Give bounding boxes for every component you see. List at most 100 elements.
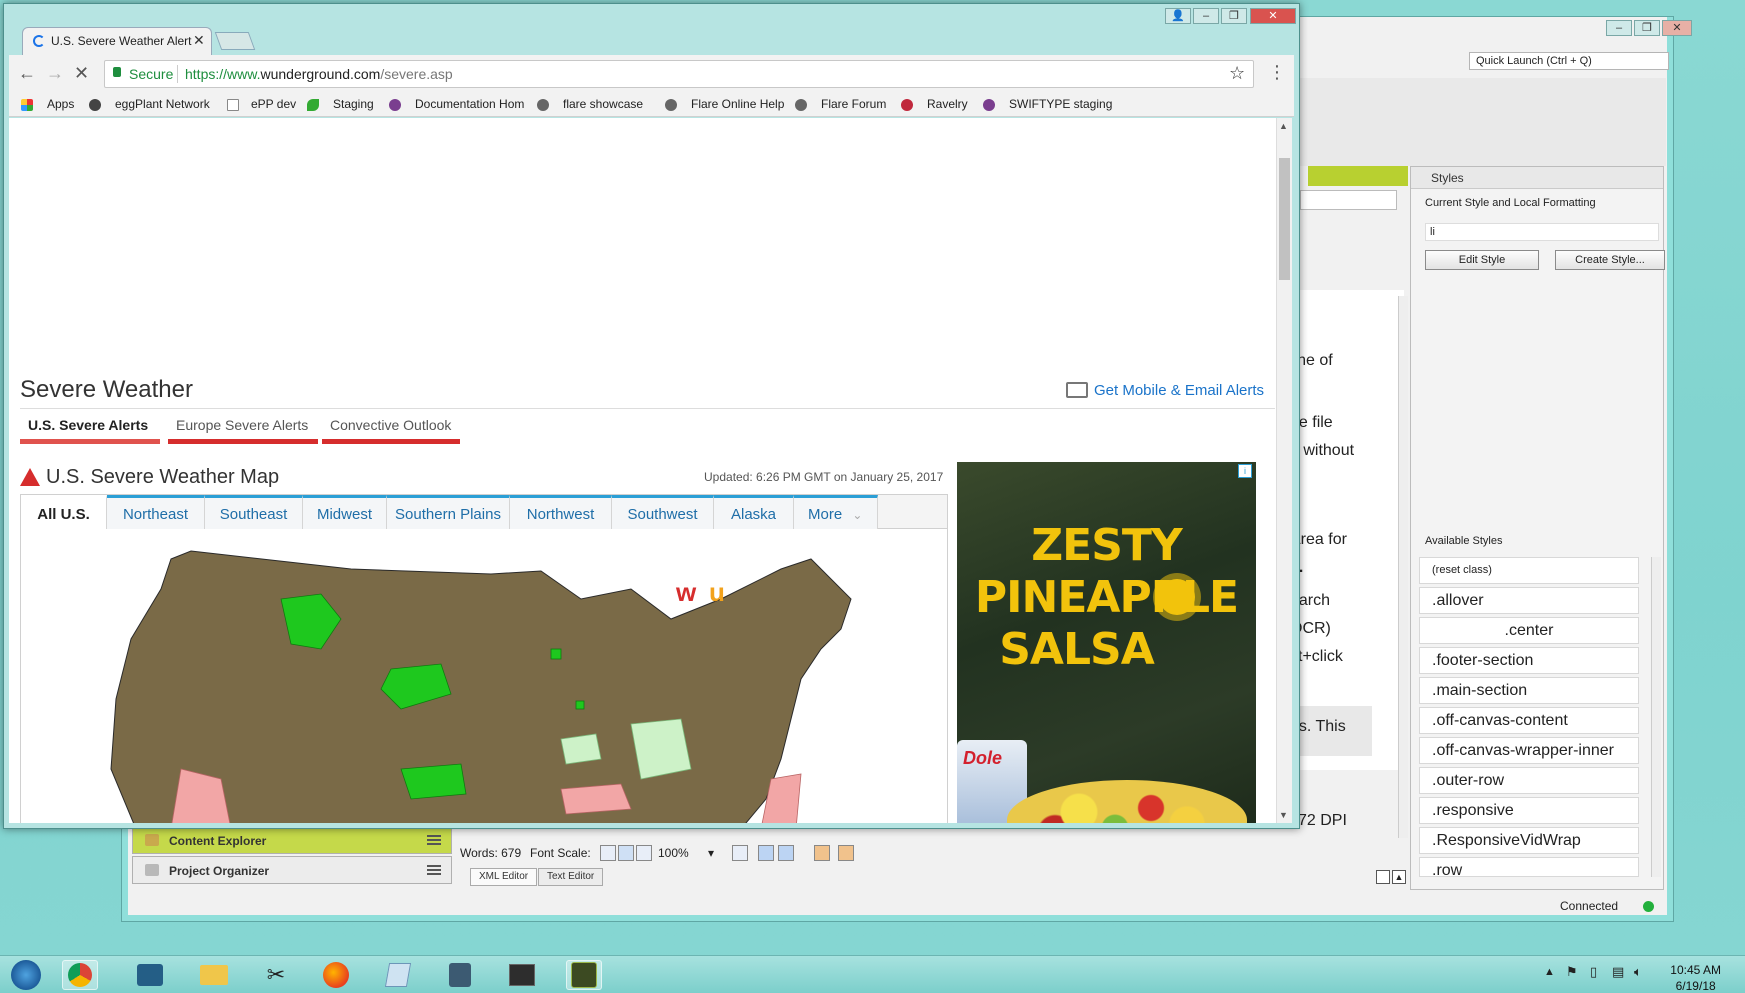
tab-us-severe-alerts[interactable]: U.S. Severe Alerts [20, 414, 160, 444]
bookmark-flare-showcase[interactable]: flare showcase [563, 97, 643, 111]
scroll-down-arrow-icon[interactable]: ▼ [1279, 810, 1288, 820]
create-style-button[interactable]: Create Style... [1555, 250, 1665, 270]
page-scrollbar-thumb[interactable] [1279, 158, 1290, 280]
network-icon[interactable]: ▤ [1612, 964, 1624, 980]
style-item[interactable]: .responsive [1419, 797, 1639, 824]
split-view-icon[interactable] [1376, 870, 1390, 884]
system-clock[interactable]: 10:45 AM 6/19/18 [1670, 962, 1721, 993]
bookmark-swiftype-staging[interactable]: SWIFTYPE staging [1009, 97, 1112, 111]
taskbar-app[interactable] [132, 960, 168, 990]
region-tabs: All U.S. Northeast Southeast Midwest Sou… [20, 494, 948, 529]
region-tab-more[interactable]: More ⌄ [794, 495, 878, 529]
region-tab-northwest[interactable]: Northwest [510, 495, 612, 529]
stop-icon[interactable]: ✕ [74, 63, 89, 84]
chrome-close-button[interactable]: ✕ [1250, 8, 1296, 24]
bookmark-ravelry[interactable]: Ravelry [927, 97, 968, 111]
style-item[interactable]: .footer-section [1419, 647, 1639, 674]
taskbar-firefox[interactable] [318, 960, 354, 990]
zoom-reset-button[interactable] [618, 845, 634, 861]
close-tab-icon[interactable]: ✕ [193, 32, 205, 49]
editor-scrollbar[interactable] [1398, 296, 1408, 838]
zoom-in-button[interactable] [636, 845, 652, 861]
zoom-level[interactable]: 100% [658, 846, 689, 860]
severe-weather-map[interactable]: w u [20, 529, 948, 823]
mobile-email-alerts-link[interactable]: Get Mobile & Email Alerts [1094, 382, 1264, 399]
bookmark-flare-online-help[interactable]: Flare Online Help [691, 97, 784, 111]
device-icon[interactable]: ▯ [1590, 964, 1597, 980]
bookmark-epp-dev[interactable]: ePP dev [251, 97, 296, 111]
style-item[interactable]: .ResponsiveVidWrap [1419, 827, 1639, 854]
layout-button[interactable] [758, 845, 774, 861]
menu-icon[interactable] [427, 865, 441, 875]
region-tab-southern-plains[interactable]: Southern Plains [387, 495, 510, 529]
flare-restore-button[interactable]: ❐ [1634, 20, 1660, 36]
tab-europe-severe-alerts[interactable]: Europe Severe Alerts [168, 414, 318, 444]
available-styles-label: Available Styles [1425, 535, 1503, 547]
style-item[interactable]: .center [1419, 617, 1639, 644]
region-tab-all-us[interactable]: All U.S. [21, 495, 107, 529]
edit-style-button[interactable]: Edit Style [1425, 250, 1539, 270]
address-bar[interactable]: Secure https://www.wunderground.com/seve… [104, 60, 1254, 88]
taskbar-notepad[interactable] [380, 960, 416, 990]
region-tab-alaska[interactable]: Alaska [714, 495, 794, 529]
style-item[interactable]: .off-canvas-wrapper-inner [1419, 737, 1639, 764]
bookmark-star-icon[interactable]: ☆ [1229, 63, 1245, 84]
tab-convective-outlook[interactable]: Convective Outlook [322, 414, 460, 444]
taskbar-security[interactable] [442, 960, 478, 990]
chrome-restore-button[interactable]: ❐ [1221, 8, 1247, 24]
chrome-user-button[interactable]: 👤 [1165, 8, 1191, 24]
new-tab-button[interactable] [214, 32, 256, 50]
style-item[interactable]: (reset class) [1419, 557, 1639, 584]
bookmark-documentation[interactable]: Documentation Hom [415, 97, 530, 111]
style-item[interactable]: .main-section [1419, 677, 1639, 704]
plugin-icon [983, 99, 995, 111]
bookmark-staging[interactable]: Staging [333, 97, 374, 111]
style-item[interactable]: .off-canvas-content [1419, 707, 1639, 734]
taskbar-terminal[interactable] [504, 960, 540, 990]
project-organizer-panel[interactable]: Project Organizer [132, 856, 452, 884]
back-arrow-icon[interactable]: ← [18, 63, 36, 84]
chrome-menu-icon[interactable]: ⋮ [1268, 62, 1286, 83]
quick-launch-input[interactable]: Quick Launch (Ctrl + Q) [1469, 52, 1669, 70]
region-tab-midwest[interactable]: Midwest [303, 495, 387, 529]
current-style-field[interactable]: li [1425, 223, 1659, 241]
style-item[interactable]: .outer-row [1419, 767, 1639, 794]
expand-icon[interactable]: ▲ [1392, 870, 1406, 884]
region-tab-southwest[interactable]: Southwest [612, 495, 714, 529]
chrome-minimize-button[interactable]: – [1193, 8, 1219, 24]
speaker-icon[interactable]: 🔈︎ [1634, 964, 1642, 980]
tab-xml-editor[interactable]: XML Editor [470, 868, 538, 886]
browser-tab-active[interactable]: U.S. Severe Weather Alert [22, 27, 212, 55]
ruler-button[interactable] [814, 845, 830, 861]
scroll-up-arrow-icon[interactable]: ▲ [1279, 121, 1288, 131]
flag-icon[interactable]: ⚑ [1566, 964, 1578, 980]
content-explorer-panel[interactable]: Content Explorer [132, 826, 452, 854]
tab-text-editor[interactable]: Text Editor [538, 868, 604, 886]
advertisement[interactable]: i ZESTY PINEAPPLE SALSA Dole [957, 462, 1256, 823]
ruler-button[interactable] [838, 845, 854, 861]
view-toggle-button[interactable] [732, 845, 748, 861]
bookmark-apps[interactable]: Apps [47, 97, 74, 111]
taskbar-chrome[interactable] [62, 960, 98, 990]
taskbar-explorer[interactable] [196, 960, 232, 990]
flare-close-button[interactable]: ✕ [1662, 20, 1692, 36]
flare-minimize-button[interactable]: – [1606, 20, 1632, 36]
taskbar-flare[interactable] [566, 960, 602, 990]
layout-button[interactable] [778, 845, 794, 861]
taskbar-snipping-tool[interactable]: ✂ [258, 960, 294, 990]
style-item[interactable]: .row [1419, 857, 1639, 877]
styles-list-scrollbar[interactable] [1651, 557, 1661, 877]
region-tab-northeast[interactable]: Northeast [107, 495, 205, 529]
content-panel-input[interactable] [1300, 190, 1397, 210]
show-hidden-icons[interactable]: ▲ [1544, 966, 1555, 978]
bookmark-eggplant-network[interactable]: eggPlant Network [115, 97, 210, 111]
ad-info-icon[interactable]: i [1238, 464, 1252, 478]
style-item[interactable]: .allover [1419, 587, 1639, 614]
start-button[interactable] [6, 960, 46, 990]
menu-icon[interactable] [427, 835, 441, 845]
region-tab-southeast[interactable]: Southeast [205, 495, 303, 529]
bookmark-flare-forum[interactable]: Flare Forum [821, 97, 886, 111]
zoom-dropdown-icon[interactable]: ▾ [708, 846, 714, 860]
forward-arrow-icon[interactable]: → [46, 63, 64, 84]
zoom-out-button[interactable] [600, 845, 616, 861]
